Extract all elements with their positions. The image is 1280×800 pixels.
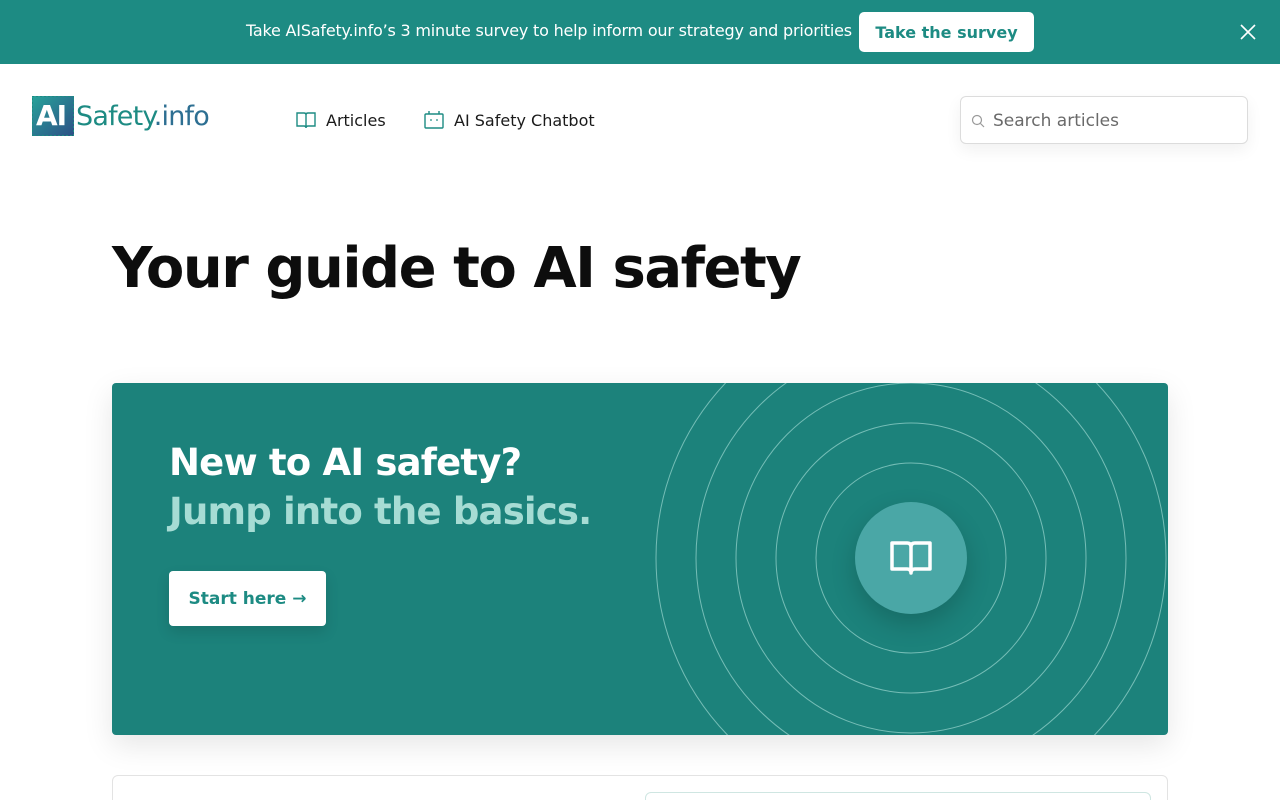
logo-ai-text: AI xyxy=(36,99,67,132)
search-input[interactable] xyxy=(993,107,1233,135)
book-icon xyxy=(296,112,316,129)
chatbot-icon xyxy=(424,111,444,129)
logo-info-text: .info xyxy=(153,100,210,132)
next-section-inner xyxy=(645,792,1151,800)
hero-heading: New to AI safety? xyxy=(169,441,522,484)
decorative-rings xyxy=(655,383,1167,735)
logo-ai-mark: AI xyxy=(31,95,75,137)
search-icon xyxy=(971,114,985,128)
nav-articles-label: Articles xyxy=(326,110,386,130)
close-icon[interactable] xyxy=(1236,20,1260,44)
site-logo[interactable]: AI Safety.info xyxy=(31,95,210,137)
logo-safety-text: Safety xyxy=(76,100,155,132)
start-here-button[interactable]: Start here → xyxy=(169,571,326,626)
next-section-card xyxy=(112,775,1168,800)
nav-chatbot-label: AI Safety Chatbot xyxy=(454,110,595,130)
banner-text: Take AISafety.info’s 3 minute survey to … xyxy=(246,21,852,40)
open-book-icon xyxy=(855,502,967,614)
take-survey-button[interactable]: Take the survey xyxy=(859,12,1034,52)
nav-articles[interactable]: Articles xyxy=(296,106,386,134)
hero-card: New to AI safety? Jump into the basics. … xyxy=(112,383,1168,735)
survey-banner: Take AISafety.info’s 3 minute survey to … xyxy=(0,0,1280,64)
search-box[interactable] xyxy=(960,96,1248,144)
hero-subheading: Jump into the basics. xyxy=(169,490,592,533)
page-title: Your guide to AI safety xyxy=(112,236,802,301)
logo-wordmark: Safety.info xyxy=(76,100,210,132)
nav-chatbot[interactable]: AI Safety Chatbot xyxy=(424,106,595,134)
